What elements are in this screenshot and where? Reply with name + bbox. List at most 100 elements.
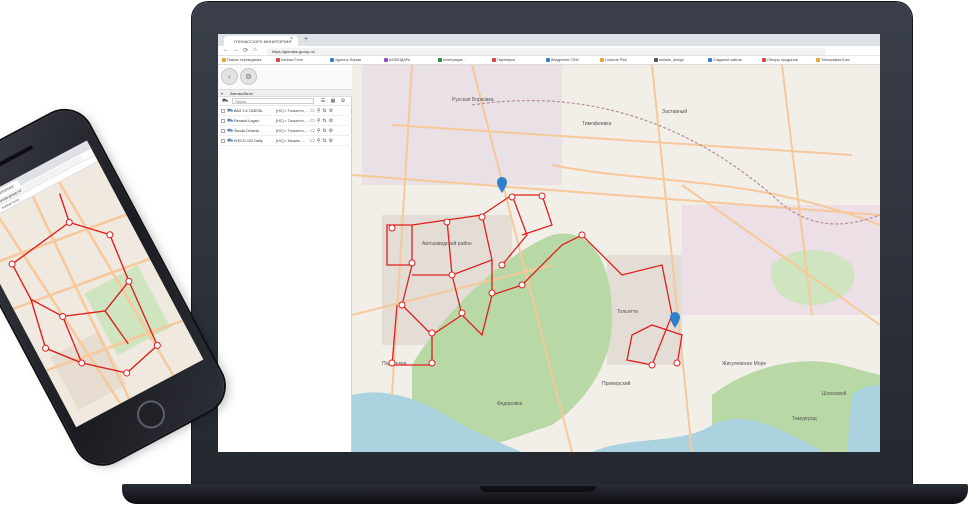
- vehicle-location: [HC] г. Тольятти, ...: [276, 119, 308, 123]
- phone-screen: ГЛОНАСС/GPS МОНИТОРИНГ https://glonass-g…: [0, 140, 204, 428]
- search-row: ⛟ ☰ ▦ ⚙: [218, 97, 352, 106]
- layers-icon[interactable]: ⊚: [240, 68, 257, 85]
- new-tab-icon[interactable]: +: [304, 36, 308, 43]
- bookmark-favicon-icon: [654, 58, 658, 62]
- bookmark-favicon-icon: [816, 58, 820, 62]
- map-place-label: Тимурград: [792, 416, 817, 422]
- bookmark-favicon-icon: [276, 58, 280, 62]
- device-mockup: ГЛОНАСС/GPS МОНИТОРИНГ × + ← → ⟳ ⌂ https…: [0, 0, 969, 510]
- bookmark-item[interactable]: Создание сайтов: [708, 58, 742, 62]
- bookmark-label: Kanban Form: [281, 58, 303, 62]
- bookmark-item[interactable]: Внедрение CRM: [546, 58, 579, 62]
- stop-marker: [448, 271, 456, 279]
- reload-icon[interactable]: ⟳: [243, 47, 248, 54]
- vehicle-row[interactable]: ⛟ IVECO 120 Daily [HC] г. Казань, ... ▭⚲⇅⚙: [218, 136, 352, 146]
- browser-tab[interactable]: ГЛОНАСС/GPS МОНИТОРИНГ: [224, 36, 298, 46]
- bookmark-label: Партнерка: [497, 58, 515, 62]
- stop-marker: [398, 301, 406, 309]
- stop-marker: [508, 193, 516, 201]
- vehicle-name: IVECO 120 Daily: [234, 139, 263, 143]
- bookmark-label: Плагин переводчика: [227, 58, 262, 62]
- bookmark-label: Обзоры продуктов: [767, 58, 798, 62]
- stop-marker: [498, 261, 506, 269]
- bookmark-item[interactable]: КАЛЕНДАРЬ: [384, 58, 411, 62]
- bookmark-item[interactable]: Kanban Form: [276, 58, 303, 62]
- vehicle-row[interactable]: ⛟ Renault Logan [HC] г. Тольятти, ... ▭⚲⇅⚙: [218, 116, 352, 126]
- bookmark-item[interactable]: Удалить Форма: [330, 58, 361, 62]
- map-place-label: Автозаводский район: [422, 240, 472, 247]
- bookmark-favicon-icon: [222, 58, 226, 62]
- browser-tabbar: ГЛОНАСС/GPS МОНИТОРИНГ × +: [218, 34, 880, 46]
- bookmark-favicon-icon: [438, 58, 442, 62]
- stop-marker: [518, 281, 526, 289]
- grid-view-icon[interactable]: ▦: [330, 98, 336, 104]
- bookmark-favicon-icon: [546, 58, 550, 62]
- list-view-icon[interactable]: ☰: [320, 98, 326, 104]
- vehicle-panel: ‹ ⊚ ▾ Автомобили ⛟ ☰ ▦ ⚙ ⛟ ВАЗ 1.6 ГАЗЕЛЬ…: [218, 65, 352, 452]
- vehicle-location: [HC] г. Казань, ...: [276, 139, 306, 143]
- bookmark-item[interactable]: Плагин переводчика: [222, 58, 261, 62]
- home-button[interactable]: [132, 395, 170, 434]
- stop-marker: [478, 213, 486, 221]
- panel-toolbar: ‹ ⊚: [218, 65, 352, 89]
- bookmarks-bar: Плагин переводчика Kanban Form Удалить Фор…: [218, 56, 880, 65]
- bookmark-label: КАЛЕНДАРЬ: [389, 58, 411, 62]
- forward-icon[interactable]: →: [233, 47, 239, 53]
- vehicle-checkbox[interactable]: [221, 119, 225, 123]
- bookmark-item[interactable]: Lorsecle Pilot: [600, 58, 627, 62]
- bookmark-label: Типография Блог: [821, 58, 850, 62]
- settings-icon[interactable]: ⚙: [340, 98, 346, 104]
- bookmark-item[interactable]: Интеграция...: [438, 58, 466, 62]
- car-icon: ⛟: [227, 138, 234, 144]
- bookmark-label: Удалить Форма: [335, 58, 361, 62]
- vehicle-name: Renault Logan: [234, 119, 259, 123]
- back-circle-icon[interactable]: ‹: [221, 68, 238, 85]
- panel-title: Автомобили: [230, 91, 253, 96]
- bookmark-label: Создание сайтов: [713, 58, 742, 62]
- panel-header: ▾ Автомобили: [218, 89, 352, 97]
- bookmark-favicon-icon: [330, 58, 334, 62]
- collapse-icon[interactable]: ▾: [221, 91, 223, 96]
- vehicle-row[interactable]: ⛟ ВАЗ 1.6 ГАЗЕЛЬ [HC] г. Тольятти, ... ▭⚲⇅⚙: [218, 106, 352, 116]
- bookmark-favicon-icon: [492, 58, 496, 62]
- vehicle-location: [HC] г. Тольятти, ...: [276, 109, 308, 113]
- stop-marker: [443, 218, 451, 226]
- phone-map-view[interactable]: [0, 161, 204, 428]
- url-field[interactable]: https://glonass-group.ru/: [266, 48, 826, 55]
- vehicle-checkbox[interactable]: [221, 109, 225, 113]
- bookmark-favicon-icon: [762, 58, 766, 62]
- car-filter-icon[interactable]: ⛟: [222, 98, 228, 104]
- tab-close-icon[interactable]: ×: [290, 36, 293, 42]
- stop-marker: [458, 309, 466, 317]
- bookmark-item[interactable]: website_design: [654, 58, 684, 62]
- bookmark-item[interactable]: Типография Блог: [816, 58, 850, 62]
- vehicle-checkbox[interactable]: [221, 139, 225, 143]
- bookmark-label: Интеграция...: [443, 58, 466, 62]
- vehicle-checkbox[interactable]: [221, 129, 225, 133]
- bookmark-label: website_design: [659, 58, 684, 62]
- vehicle-actions[interactable]: ▭⚲⇅⚙: [310, 128, 335, 134]
- map-place-label: Приморский: [602, 380, 631, 387]
- map-place-label: Тимофеевка: [582, 121, 611, 127]
- home-icon[interactable]: ⌂: [253, 47, 257, 53]
- stop-marker: [648, 361, 656, 369]
- vehicle-actions[interactable]: ▭⚲⇅⚙: [310, 138, 335, 144]
- bookmark-item[interactable]: Обзоры продуктов: [762, 58, 798, 62]
- car-icon: ⛟: [227, 118, 234, 124]
- search-input[interactable]: [232, 98, 314, 104]
- vehicle-row[interactable]: ⛟ Skoda Octavia [HC] г. Тольятти, ... ▭⚲⇅⚙: [218, 126, 352, 136]
- stop-marker: [428, 359, 436, 367]
- vehicle-name: ВАЗ 1.6 ГАЗЕЛЬ: [234, 109, 263, 113]
- map-view[interactable]: Русская Борковка Тимофеевка Автозаводский …: [352, 65, 880, 452]
- laptop-notch: [480, 486, 596, 492]
- car-icon: ⛟: [227, 128, 234, 134]
- vehicle-actions[interactable]: ▭⚲⇅⚙: [310, 118, 335, 124]
- tracking-app: Русская Борковка Тимофеевка Автозаводский …: [218, 65, 880, 452]
- map-place-label: Заставный: [662, 108, 687, 115]
- bookmark-item[interactable]: Партнерка: [492, 58, 515, 62]
- speaker-grille: [0, 145, 34, 169]
- map-place-label: Шлюзовой: [822, 390, 847, 397]
- vehicle-actions[interactable]: ▭⚲⇅⚙: [310, 108, 335, 114]
- stop-marker: [488, 289, 496, 297]
- back-icon[interactable]: ←: [223, 47, 229, 53]
